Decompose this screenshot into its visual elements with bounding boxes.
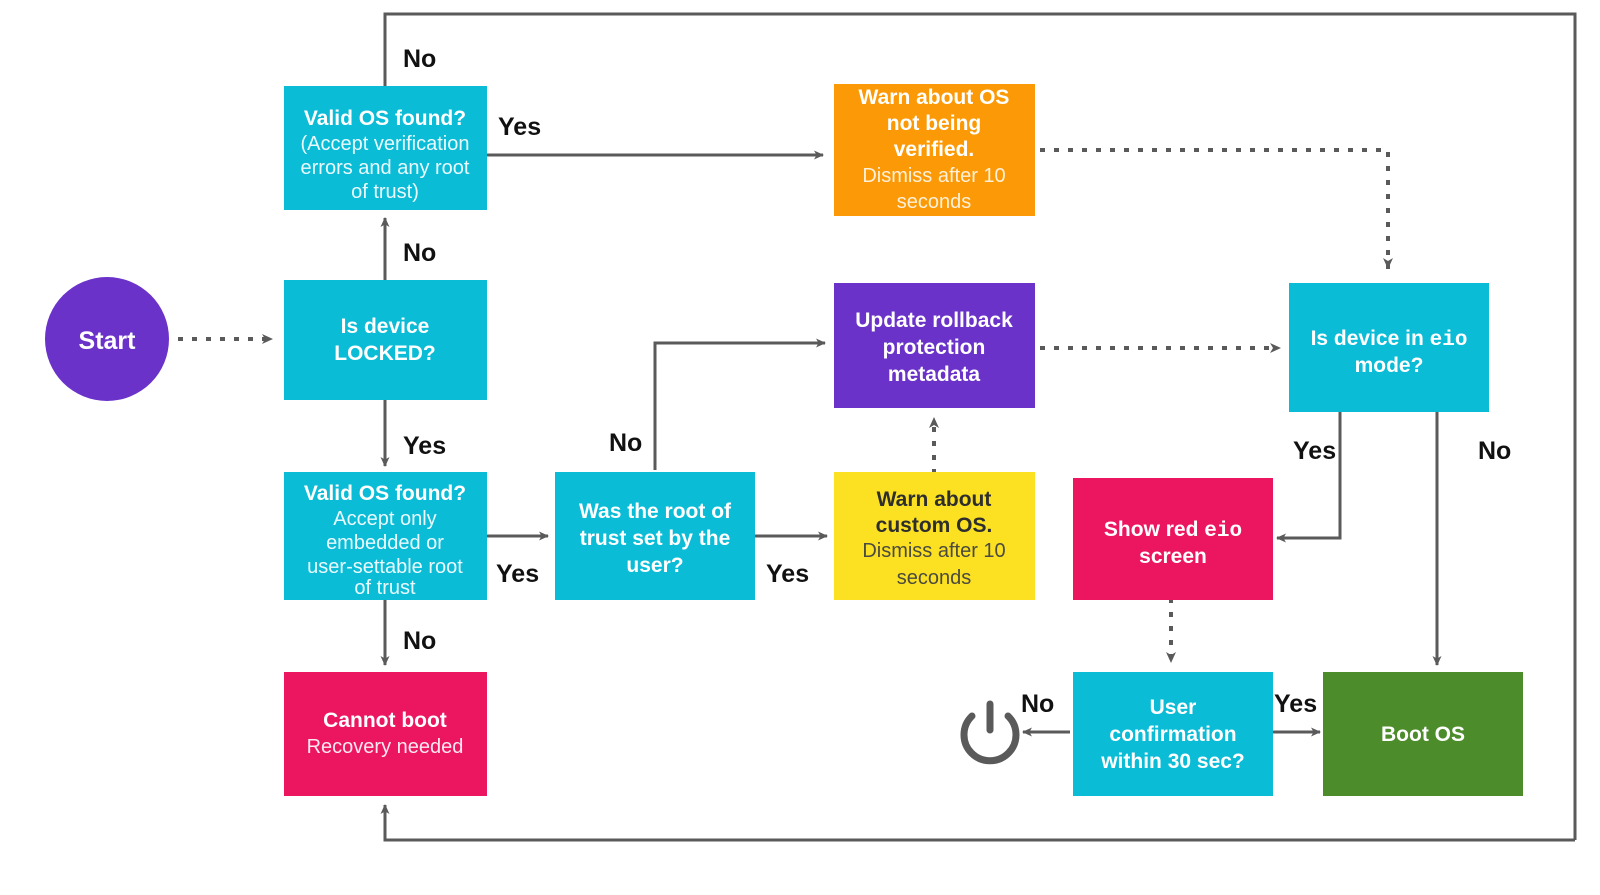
node-warn-not-verified-sub-1: Dismiss after 10 <box>862 165 1005 187</box>
node-warn-custom-os[interactable]: Warn about custom OS. Dismiss after 10 s… <box>834 472 1035 600</box>
node-root-of-trust-user[interactable]: Was the root of trust set by the user? <box>555 472 755 600</box>
node-cannot-boot[interactable]: Cannot boot Recovery needed <box>284 672 487 796</box>
node-valid-os-locked-sub-2: embedded or <box>326 532 444 554</box>
node-show-red-eio-mono: eio <box>1204 520 1242 543</box>
node-warn-not-verified-line-2: not being <box>887 112 981 135</box>
flow-edges-solid <box>380 150 1442 737</box>
node-warn-custom-os-sub-1: Dismiss after 10 <box>862 540 1005 562</box>
edge-label-rot-yes: Yes <box>766 560 809 588</box>
node-is-device-locked-line-1: Is device <box>341 315 430 338</box>
node-show-red-eio-line-2: screen <box>1139 545 1207 568</box>
node-is-device-eio-prefix: Is device in <box>1311 327 1430 350</box>
edge-label-confirm-no: No <box>1021 690 1054 718</box>
node-show-red-eio-screen[interactable]: Show red eio screen <box>1073 478 1273 600</box>
node-user-confirmation[interactable]: User confirmation within 30 sec? <box>1073 672 1273 796</box>
power-icon <box>960 700 1020 765</box>
edge-label-locked-yes: Yes <box>403 432 446 460</box>
node-root-of-trust-line-2: trust set by the <box>580 527 731 550</box>
node-valid-os-unlocked-sub-2: errors and any root <box>301 157 470 179</box>
edge-rot-no <box>653 338 826 470</box>
node-valid-os-unlocked[interactable]: Valid OS found? (Accept verification err… <box>284 86 487 210</box>
node-cannot-boot-title: Cannot boot <box>323 709 447 732</box>
node-show-red-eio-line-1: Show red eio <box>1104 518 1242 543</box>
node-warn-custom-os-sub-2: seconds <box>897 567 972 589</box>
edge-label-valid-locked-yes: Yes <box>496 560 539 588</box>
edge-label-confirm-yes: Yes <box>1274 690 1317 718</box>
node-valid-os-unlocked-title: Valid OS found? <box>304 107 466 130</box>
node-update-rollback-line-3: metadata <box>888 363 981 386</box>
node-is-device-locked[interactable]: Is device LOCKED? <box>284 280 487 400</box>
node-cannot-boot-sub-1: Recovery needed <box>307 736 464 758</box>
node-root-of-trust-line-1: Was the root of <box>579 500 732 523</box>
node-is-device-eio[interactable]: Is device in eio mode? <box>1289 283 1489 412</box>
node-root-of-trust-line-3: user? <box>626 554 683 577</box>
node-update-rollback-metadata[interactable]: Update rollback protection metadata <box>834 283 1035 408</box>
flowchart-canvas: Start Valid OS found? (Accept verificati… <box>45 12 1577 842</box>
edge-label-eio-no: No <box>1478 437 1511 465</box>
node-user-confirmation-line-3: within 30 sec? <box>1100 750 1245 773</box>
node-warn-not-verified-line-3: verified. <box>894 138 975 161</box>
edge-label-locked-no: No <box>403 239 436 267</box>
node-valid-os-locked-sub-3: user-settable root <box>307 556 463 578</box>
edge-label-eio-yes: Yes <box>1293 437 1336 465</box>
edge-warn-verified-to-eio <box>1040 148 1393 270</box>
node-warn-not-verified-line-1: Warn about OS <box>859 86 1010 109</box>
node-is-device-locked-line-2: LOCKED? <box>334 342 436 365</box>
node-update-rollback-line-2: protection <box>883 336 986 359</box>
node-is-device-eio-line-1: Is device in eio <box>1311 327 1468 352</box>
node-update-rollback-line-1: Update rollback <box>855 309 1013 332</box>
edge-bottom-return <box>380 804 1575 842</box>
node-valid-os-locked-sub-4: of trust <box>354 577 416 599</box>
node-show-red-eio-prefix: Show red <box>1104 518 1204 541</box>
node-warn-not-verified-sub-2: seconds <box>897 191 972 213</box>
node-valid-os-unlocked-sub-1: (Accept verification <box>301 133 470 155</box>
node-boot-os-label: Boot OS <box>1381 723 1465 746</box>
node-start-label: Start <box>79 327 137 355</box>
node-warn-os-not-verified[interactable]: Warn about OS not being verified. Dismis… <box>834 84 1035 216</box>
node-valid-os-unlocked-sub-3: of trust) <box>351 181 419 203</box>
node-warn-custom-os-line-2: custom OS. <box>876 514 993 537</box>
node-is-device-eio-line-2: mode? <box>1355 354 1424 377</box>
node-user-confirmation-line-2: confirmation <box>1109 723 1236 746</box>
edge-label-rot-no: No <box>609 429 642 457</box>
node-valid-os-locked-title: Valid OS found? <box>304 482 466 505</box>
flowchart-diagram: Start Valid OS found? (Accept verificati… <box>0 0 1600 895</box>
node-valid-os-locked[interactable]: Valid OS found? Accept only embedded or … <box>284 472 487 600</box>
node-user-confirmation-line-1: User <box>1150 696 1197 719</box>
edge-label-valid-unlocked-yes: Yes <box>498 113 541 141</box>
edge-label-valid-locked-no: No <box>403 627 436 655</box>
node-start[interactable]: Start <box>45 277 169 401</box>
node-boot-os[interactable]: Boot OS <box>1323 672 1523 796</box>
edge-label-valid-unlocked-no: No <box>403 45 436 73</box>
node-warn-custom-os-line-1: Warn about <box>877 488 992 511</box>
edge-eio-yes <box>1276 412 1342 543</box>
node-valid-os-locked-sub-1: Accept only <box>333 508 436 530</box>
node-is-device-eio-mono: eio <box>1430 329 1468 352</box>
